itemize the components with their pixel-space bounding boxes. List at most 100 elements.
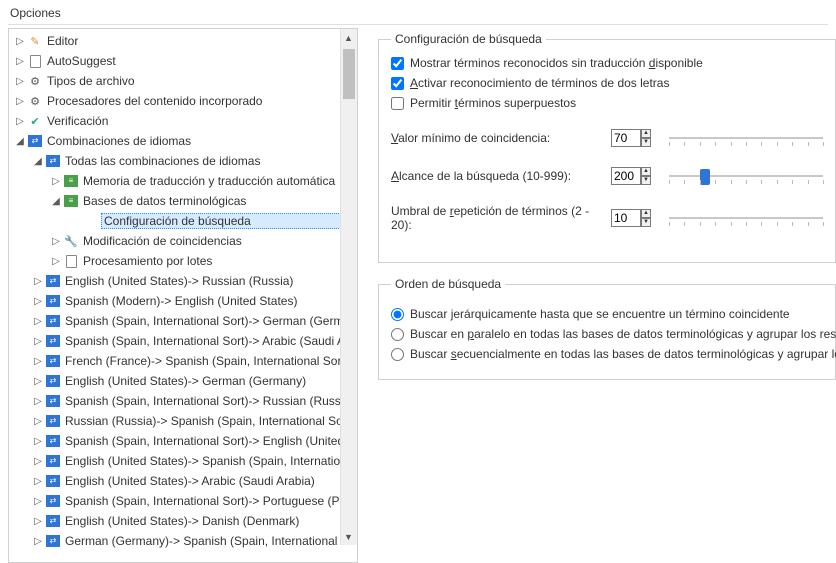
expand-chevron-icon[interactable]: ▷ bbox=[13, 56, 27, 67]
expand-chevron-icon[interactable]: ▷ bbox=[31, 456, 45, 467]
expand-chevron-icon[interactable]: ▷ bbox=[13, 76, 27, 87]
show-recognized-terms-label[interactable]: Mostrar términos reconocidos sin traducc… bbox=[410, 56, 703, 70]
expand-chevron-icon[interactable]: ▷ bbox=[49, 176, 63, 187]
repetition-threshold-spinner[interactable]: ▲▼ bbox=[611, 209, 651, 227]
tree-item-label: German (Germany)-> Spanish (Spain, Inter… bbox=[65, 534, 353, 548]
min-match-value-slider[interactable] bbox=[669, 128, 823, 148]
parallel-search-radio[interactable] bbox=[391, 328, 404, 341]
tree-item[interactable]: ▷ Procesamiento por lotes bbox=[9, 251, 357, 271]
tree-item[interactable]: ◢≡Bases de datos terminológicas bbox=[9, 191, 357, 211]
expand-chevron-icon[interactable]: ▷ bbox=[31, 436, 45, 447]
tree-item[interactable]: ▷≡Memoria de traducción y traducción aut… bbox=[9, 171, 357, 191]
tree-vertical-scrollbar[interactable]: ▲ ▼ bbox=[340, 29, 357, 545]
expand-chevron-icon[interactable]: ▷ bbox=[31, 356, 45, 367]
tree-item-label: Configuración de búsqueda bbox=[101, 213, 353, 229]
tree-item[interactable]: ▷✎Editor bbox=[9, 31, 357, 51]
expand-chevron-icon[interactable]: ▷ bbox=[13, 96, 27, 107]
language-pair-icon: ⇄ bbox=[45, 433, 61, 449]
tree-item[interactable]: ▷⇄French (France)-> Spanish (Spain, Inte… bbox=[9, 351, 357, 371]
search-scope-spinner[interactable]: ▲▼ bbox=[611, 167, 651, 185]
min-match-value-spinner[interactable]: ▲▼ bbox=[611, 129, 651, 147]
hierarchical-search-radio[interactable] bbox=[391, 308, 404, 321]
tree-item-label: English (United States)-> Arabic (Saudi … bbox=[65, 474, 353, 488]
tree-item[interactable]: ▷⇄Spanish (Spain, International Sort)-> … bbox=[9, 391, 357, 411]
parallel-search-label[interactable]: Buscar en paralelo en todas las bases de… bbox=[410, 327, 836, 341]
tree-item-label: Modificación de coincidencias bbox=[83, 234, 353, 248]
expand-chevron-icon[interactable]: ▷ bbox=[31, 336, 45, 347]
expand-chevron-icon[interactable]: ▷ bbox=[31, 396, 45, 407]
tree-item[interactable]: ▷⇄English (United States)-> Arabic (Saud… bbox=[9, 471, 357, 491]
tree-item[interactable]: ▷⚙Tipos de archivo bbox=[9, 71, 357, 91]
tree-item-label: Memoria de traducción y traducción autom… bbox=[83, 174, 353, 188]
tree-item[interactable]: ▷Configuración de búsqueda bbox=[9, 211, 357, 231]
tree-item[interactable]: ▷🔧Modificación de coincidencias bbox=[9, 231, 357, 251]
collapse-chevron-icon[interactable]: ◢ bbox=[13, 136, 27, 147]
scroll-up-button[interactable]: ▲ bbox=[341, 29, 356, 46]
tree-item[interactable]: ▷⇄ Spanish (Spain, International Sort)-> … bbox=[9, 491, 357, 511]
collapse-chevron-icon[interactable]: ◢ bbox=[31, 156, 45, 167]
tree-item[interactable]: ▷⇄English (United States)-> German (Germ… bbox=[9, 371, 357, 391]
repetition-threshold-input[interactable] bbox=[611, 209, 641, 227]
document-icon bbox=[27, 53, 43, 69]
expand-chevron-icon[interactable]: ▷ bbox=[13, 36, 27, 47]
tree-item[interactable]: ▷⇄Russian (Russia)-> Spanish (Spain, Int… bbox=[9, 411, 357, 431]
search-order-legend: Orden de búsqueda bbox=[391, 277, 505, 291]
options-tree[interactable]: ▷✎Editor▷AutoSuggest▷⚙Tipos de archivo▷⚙… bbox=[9, 29, 357, 553]
expand-chevron-icon[interactable]: ▷ bbox=[31, 416, 45, 427]
tree-item[interactable]: ▷⇄German (Germany)-> Spanish (Spain, Int… bbox=[9, 531, 357, 551]
expand-chevron-icon[interactable]: ▷ bbox=[31, 516, 45, 527]
options-tree-panel: ▷✎Editor▷AutoSuggest▷⚙Tipos de archivo▷⚙… bbox=[8, 28, 358, 563]
tree-item-label: Spanish (Spain, International Sort)-> Po… bbox=[65, 494, 353, 508]
language-pair-icon: ⇄ bbox=[45, 493, 61, 509]
language-pair-icon: ⇄ bbox=[45, 513, 61, 529]
spin-up-icon[interactable]: ▲ bbox=[641, 209, 651, 218]
search-scope-input[interactable] bbox=[611, 167, 641, 185]
search-scope-slider[interactable] bbox=[669, 166, 823, 186]
expand-chevron-icon[interactable]: ▷ bbox=[31, 316, 45, 327]
sequential-search-label[interactable]: Buscar secuencialmente en todas las base… bbox=[410, 347, 836, 361]
collapse-chevron-icon[interactable]: ◢ bbox=[49, 196, 63, 207]
tree-item[interactable]: ▷⚙Procesadores del contenido incorporado bbox=[9, 91, 357, 111]
sequential-search-radio[interactable] bbox=[391, 348, 404, 361]
spin-up-icon[interactable]: ▲ bbox=[641, 167, 651, 176]
tree-item[interactable]: ▷✔Verificación bbox=[9, 111, 357, 131]
expand-chevron-icon[interactable]: ▷ bbox=[13, 116, 27, 127]
expand-chevron-icon[interactable]: ▷ bbox=[49, 236, 63, 247]
spin-up-icon[interactable]: ▲ bbox=[641, 129, 651, 138]
tree-item[interactable]: ◢⇄Combinaciones de idiomas bbox=[9, 131, 357, 151]
expand-chevron-icon[interactable]: ▷ bbox=[31, 296, 45, 307]
min-match-value-input[interactable] bbox=[611, 129, 641, 147]
tree-item[interactable]: ▷AutoSuggest bbox=[9, 51, 357, 71]
expand-chevron-icon[interactable]: ▷ bbox=[31, 496, 45, 507]
language-pair-icon: ⇄ bbox=[45, 413, 61, 429]
allow-overlapping-terms-checkbox[interactable] bbox=[391, 97, 404, 110]
spin-down-icon[interactable]: ▼ bbox=[641, 218, 651, 227]
document-icon bbox=[63, 253, 79, 269]
show-recognized-terms-checkbox[interactable] bbox=[391, 57, 404, 70]
two-letter-recognition-checkbox[interactable] bbox=[391, 77, 404, 90]
hierarchical-search-label[interactable]: Buscar jerárquicamente hasta que se encu… bbox=[410, 307, 790, 321]
scroll-down-button[interactable]: ▼ bbox=[341, 528, 356, 545]
tree-item-label: English (United States)-> Russian (Russi… bbox=[65, 274, 353, 288]
tree-item[interactable]: ▷⇄Spanish (Modern)-> English (United Sta… bbox=[9, 291, 357, 311]
expand-chevron-icon[interactable]: ▷ bbox=[31, 376, 45, 387]
tree-item[interactable]: ▷⇄Spanish (Spain, International Sort)-> … bbox=[9, 331, 357, 351]
spin-down-icon[interactable]: ▼ bbox=[641, 176, 651, 185]
expand-chevron-icon[interactable]: ▷ bbox=[49, 256, 63, 267]
tree-item[interactable]: ▷⇄Spanish (Spain, International Sort)-> … bbox=[9, 311, 357, 331]
repetition-threshold-slider[interactable] bbox=[669, 208, 823, 228]
expand-chevron-icon[interactable]: ▷ bbox=[31, 536, 45, 547]
tree-item[interactable]: ▷⇄English (United States)-> Danish (Denm… bbox=[9, 511, 357, 531]
tree-item[interactable]: ▷⇄English (United States)-> Russian (Rus… bbox=[9, 271, 357, 291]
expand-chevron-icon[interactable]: ▷ bbox=[31, 476, 45, 487]
two-letter-recognition-label[interactable]: Activar reconocimiento de términos de do… bbox=[410, 76, 669, 90]
spin-down-icon[interactable]: ▼ bbox=[641, 138, 651, 147]
allow-overlapping-terms-label[interactable]: Permitir términos superpuestos bbox=[410, 96, 576, 110]
tree-item-label: Procesamiento por lotes bbox=[83, 254, 353, 268]
language-pair-icon: ⇄ bbox=[45, 333, 61, 349]
tree-item[interactable]: ▷⇄English (United States)-> Spanish (Spa… bbox=[9, 451, 357, 471]
scroll-thumb[interactable] bbox=[343, 49, 355, 99]
expand-chevron-icon[interactable]: ▷ bbox=[31, 276, 45, 287]
tree-item[interactable]: ▷⇄Spanish (Spain, International Sort)-> … bbox=[9, 431, 357, 451]
tree-item[interactable]: ◢⇄Todas las combinaciones de idiomas bbox=[9, 151, 357, 171]
